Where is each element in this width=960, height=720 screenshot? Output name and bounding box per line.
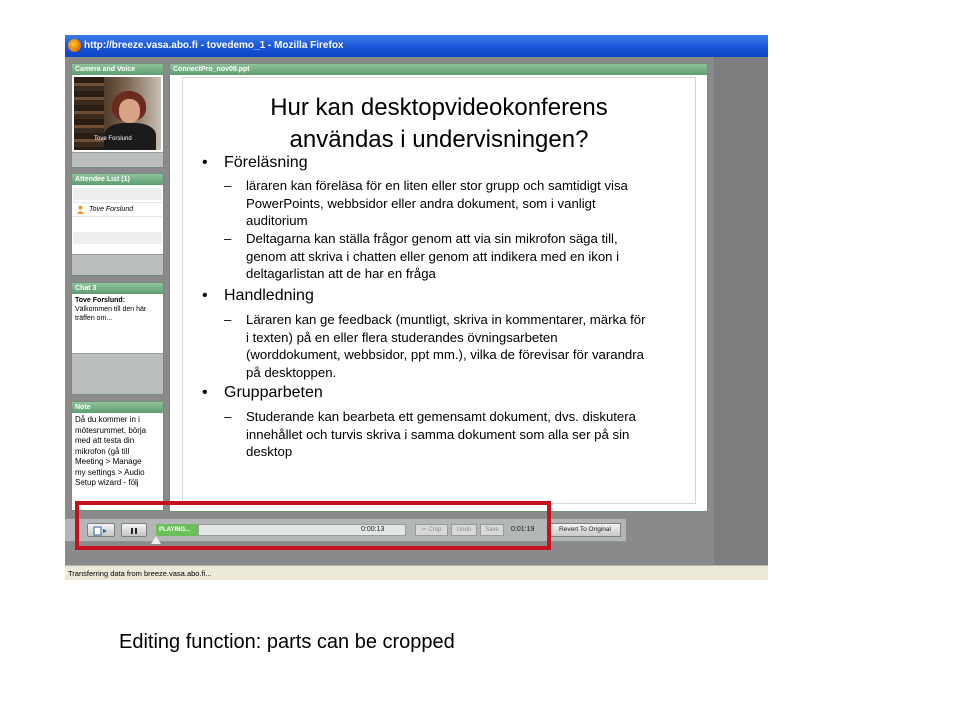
note-line: Setup wizard - följ — [75, 478, 139, 487]
highlight-box — [75, 501, 551, 550]
chat-sender: Tove Forslund: — [75, 297, 126, 304]
camera-name-label: Tove Forslund — [94, 136, 132, 142]
subbullet-line: på desktoppen. — [246, 364, 337, 380]
title-bar: http://breeze.vasa.abo.fi - tovedemo_1 -… — [65, 35, 768, 57]
subbullet-text: Studerande kan bearbeta ett gemensamt do… — [246, 408, 636, 461]
camera-pod: Camera and Voice Tove Forslund — [71, 63, 164, 168]
attendee-pod-footer — [72, 254, 163, 275]
bullet-heading: Grupparbeten — [224, 384, 323, 401]
note-line: my settings > Audio — [75, 467, 145, 477]
list-stripe — [73, 232, 162, 244]
camera-pod-title: Camera and Voice — [72, 64, 163, 75]
chat-pod-title: Chat 3 — [72, 283, 163, 294]
presenter-face — [119, 99, 140, 123]
presentation-slide: Hur kan desktopvideokonferens användas i… — [182, 77, 696, 504]
attendee-row[interactable]: Tove Forslund — [73, 202, 162, 217]
chat-input-area[interactable] — [72, 353, 163, 394]
subbullet-line: (worddokument, webbsidor, ppt mm.), vilk… — [246, 347, 644, 363]
note-line: mikrofon (gå till — [75, 446, 130, 456]
chat-pod: Chat 3 Tove Forslund: Välkommen till den… — [71, 282, 164, 395]
note-line: mötesrummet, börja — [75, 425, 147, 435]
slide-title-line: användas i undervisningen? — [289, 126, 589, 153]
right-panel — [714, 57, 768, 565]
share-pod-title: ConnectPro_nov08.ppt — [170, 64, 707, 75]
subbullet-line: läraren kan föreläsa för en liten eller … — [246, 178, 628, 193]
meeting-room: Camera and Voice Tove Forslund Attendee … — [65, 57, 768, 565]
share-pod: ConnectPro_nov08.ppt Hur kan desktopvide… — [169, 63, 708, 512]
chat-messages: Tove Forslund: Välkommen till den här tr… — [72, 294, 163, 325]
camera-video: Tove Forslund — [74, 77, 161, 150]
subbullet-line: auditorium — [246, 213, 308, 229]
bullet-heading: Föreläsning — [224, 154, 308, 171]
presenter-icon — [76, 205, 85, 214]
window-title: http://breeze.vasa.abo.fi - tovedemo_1 -… — [84, 40, 344, 51]
firefox-icon — [68, 39, 81, 52]
chat-message: Välkommen till den här träffen om... — [75, 306, 147, 322]
subbullet-line: innehållet och turvis skriva i samma dok… — [246, 426, 630, 442]
subbullet-line: Deltagarna kan ställa frågor genom att v… — [246, 231, 618, 246]
subbullet-line: genom att skriva i chatten eller genom a… — [246, 248, 620, 264]
slide-title-line: Hur kan desktopvideokonferens — [270, 94, 608, 121]
subbullet-text: läraren kan föreläsa för en liten eller … — [246, 177, 628, 230]
attendee-pod-title: Attendee List (1) — [72, 174, 163, 185]
subbullet-line: desktop — [246, 444, 293, 460]
note-text: Då du kommer in i mötesrummet, börja med… — [72, 413, 163, 491]
bullet-heading: Handledning — [224, 287, 314, 304]
slide-caption: Editing function: parts can be cropped — [119, 631, 455, 653]
revert-to-original-button[interactable]: Revert To Original — [549, 523, 621, 537]
note-line: med att testa din — [75, 436, 135, 445]
camera-pod-footer — [72, 152, 163, 167]
slide-title: Hur kan desktopvideokonferens användas i… — [183, 92, 695, 156]
subbullet-line: i texten) på en eller flera studerandes … — [246, 329, 558, 345]
attendee-pod: Attendee List (1) Tove Forslund — [71, 173, 164, 276]
attendee-name: Tove Forslund — [89, 206, 134, 213]
note-pod-title: Note — [72, 402, 163, 413]
browser-status-bar: Transferring data from breeze.vasa.abo.f… — [65, 565, 768, 580]
subbullet-line: PowerPoints, webbsidor eller andra dokum… — [246, 195, 596, 211]
note-line: Då du kommer in i — [75, 415, 140, 424]
subbullet-text: Deltagarna kan ställa frågor genom att v… — [246, 230, 619, 283]
note-pod: Note Då du kommer in i mötesrummet, börj… — [71, 401, 164, 511]
subbullet-line: Läraren kan ge feedback (muntligt, skriv… — [246, 312, 646, 327]
note-line: Meeting > Manage — [75, 457, 142, 466]
browser-window: http://breeze.vasa.abo.fi - tovedemo_1 -… — [65, 35, 768, 580]
subbullet-line: deltagarlistan att de har en fråga — [246, 266, 436, 282]
subbullet-line: Studerande kan bearbeta ett gemensamt do… — [246, 409, 636, 424]
subbullet-text: Läraren kan ge feedback (muntligt, skriv… — [246, 311, 645, 381]
list-stripe — [73, 188, 162, 200]
